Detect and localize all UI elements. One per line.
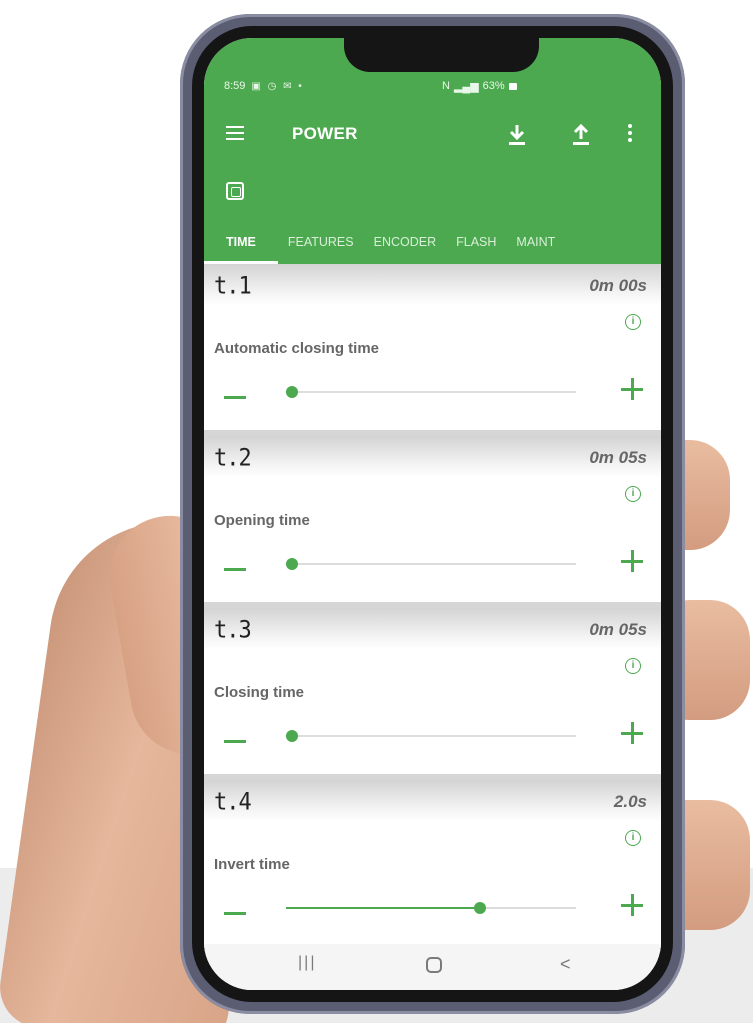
value-slider[interactable] (285, 382, 576, 402)
battery-icon (508, 82, 517, 90)
value-slider[interactable] (285, 554, 576, 574)
parameter-list: t.1 0m 00s i Automatic closing time t.2 … (204, 264, 661, 952)
signal-icon: ▂▄▆ (453, 80, 479, 93)
increment-button[interactable] (621, 894, 643, 916)
param-label: Automatic closing time (214, 340, 380, 357)
more-vert-icon[interactable] (624, 122, 636, 148)
minus-icon (224, 568, 246, 571)
decrement-button[interactable] (224, 904, 248, 915)
tab-flash[interactable]: FLASH (446, 228, 506, 264)
app-title: POWER (292, 124, 358, 143)
decrement-button[interactable] (224, 388, 248, 399)
param-card: t.3 0m 05s i Closing time (204, 608, 661, 780)
phone-screen: 8:59 ▣ ◷ ✉ • N ▂▄▆ 63% POWER TIME FEATUR… (204, 38, 661, 990)
increment-button[interactable] (621, 378, 643, 400)
minus-icon (224, 396, 246, 399)
slider-track (286, 563, 576, 565)
battery-level: 63% (482, 80, 505, 92)
nav-back-icon[interactable]: < (560, 954, 571, 975)
value-slider[interactable] (286, 898, 576, 918)
param-card: t.1 0m 00s i Automatic closing time (204, 264, 661, 436)
slider-track (286, 391, 576, 393)
tab-features[interactable]: FEATURES (278, 228, 364, 264)
value-slider[interactable] (285, 726, 576, 746)
param-header: t.3 0m 05s (204, 608, 661, 650)
status-right: N ▂▄▆ 63% (442, 80, 517, 93)
param-label: Closing time (214, 684, 305, 701)
status-bar: 8:59 ▣ ◷ ✉ • N ▂▄▆ 63% (224, 76, 641, 96)
tab-bar: TIME FEATURES ENCODER FLASH MAINT (204, 228, 565, 264)
slider-thumb[interactable] (285, 386, 298, 398)
device-icon[interactable] (226, 182, 244, 200)
menu-icon[interactable] (226, 126, 244, 140)
param-value: 0m 00s (589, 276, 647, 295)
minus-icon (224, 740, 246, 743)
decrement-button[interactable] (224, 560, 248, 571)
tab-encoder[interactable]: ENCODER (364, 228, 447, 264)
upload-button[interactable] (568, 122, 594, 148)
toolbar: POWER (204, 116, 661, 156)
info-icon[interactable]: i (625, 830, 641, 846)
param-value: 0m 05s (589, 448, 647, 467)
info-icon[interactable]: i (625, 658, 641, 674)
param-code: t.2 (214, 444, 252, 473)
phone-bezel: 8:59 ▣ ◷ ✉ • N ▂▄▆ 63% POWER TIME FEATUR… (192, 26, 673, 1002)
decrement-button[interactable] (224, 732, 248, 743)
upload-icon (573, 123, 589, 145)
nav-recent-icon[interactable]: ||| (298, 954, 316, 972)
param-header: t.4 2.0s (204, 780, 661, 822)
download-button[interactable] (504, 122, 530, 148)
param-header: t.2 0m 05s (204, 436, 661, 478)
slider-thumb[interactable] (285, 558, 298, 570)
status-time: 8:59 (224, 80, 246, 92)
system-nav-bar: ||| < (204, 944, 661, 990)
nav-home-icon[interactable] (426, 957, 442, 973)
slider-track (286, 735, 576, 737)
param-code: t.3 (214, 616, 252, 645)
nfc-icon: N (442, 80, 450, 92)
param-label: Opening time (214, 512, 310, 529)
increment-button[interactable] (621, 550, 643, 572)
notification-icons: ▣ ◷ ✉ • (251, 80, 304, 92)
param-header: t.1 0m 00s (204, 264, 661, 306)
info-icon[interactable]: i (625, 486, 641, 502)
camera-notch (344, 38, 539, 72)
phone-frame: 8:59 ▣ ◷ ✉ • N ▂▄▆ 63% POWER TIME FEATUR… (180, 14, 685, 1014)
slider-fill (286, 907, 481, 909)
param-value: 2.0s (613, 792, 647, 811)
slider-thumb[interactable] (285, 730, 298, 742)
param-code: t.1 (214, 272, 252, 301)
param-value: 0m 05s (589, 620, 647, 639)
slider-thumb[interactable] (474, 902, 487, 914)
tab-time[interactable]: TIME (204, 228, 278, 264)
stage: 8:59 ▣ ◷ ✉ • N ▂▄▆ 63% POWER TIME FEATUR… (0, 0, 753, 1023)
increment-button[interactable] (621, 722, 643, 744)
tab-maint[interactable]: MAINT (506, 228, 565, 264)
param-card: t.2 0m 05s i Opening time (204, 436, 661, 608)
param-code: t.4 (214, 788, 252, 817)
param-card: t.4 2.0s i Invert time (204, 780, 661, 952)
param-label: Invert time (214, 856, 290, 873)
info-icon[interactable]: i (625, 314, 641, 330)
minus-icon (224, 912, 246, 915)
download-icon (509, 125, 525, 145)
